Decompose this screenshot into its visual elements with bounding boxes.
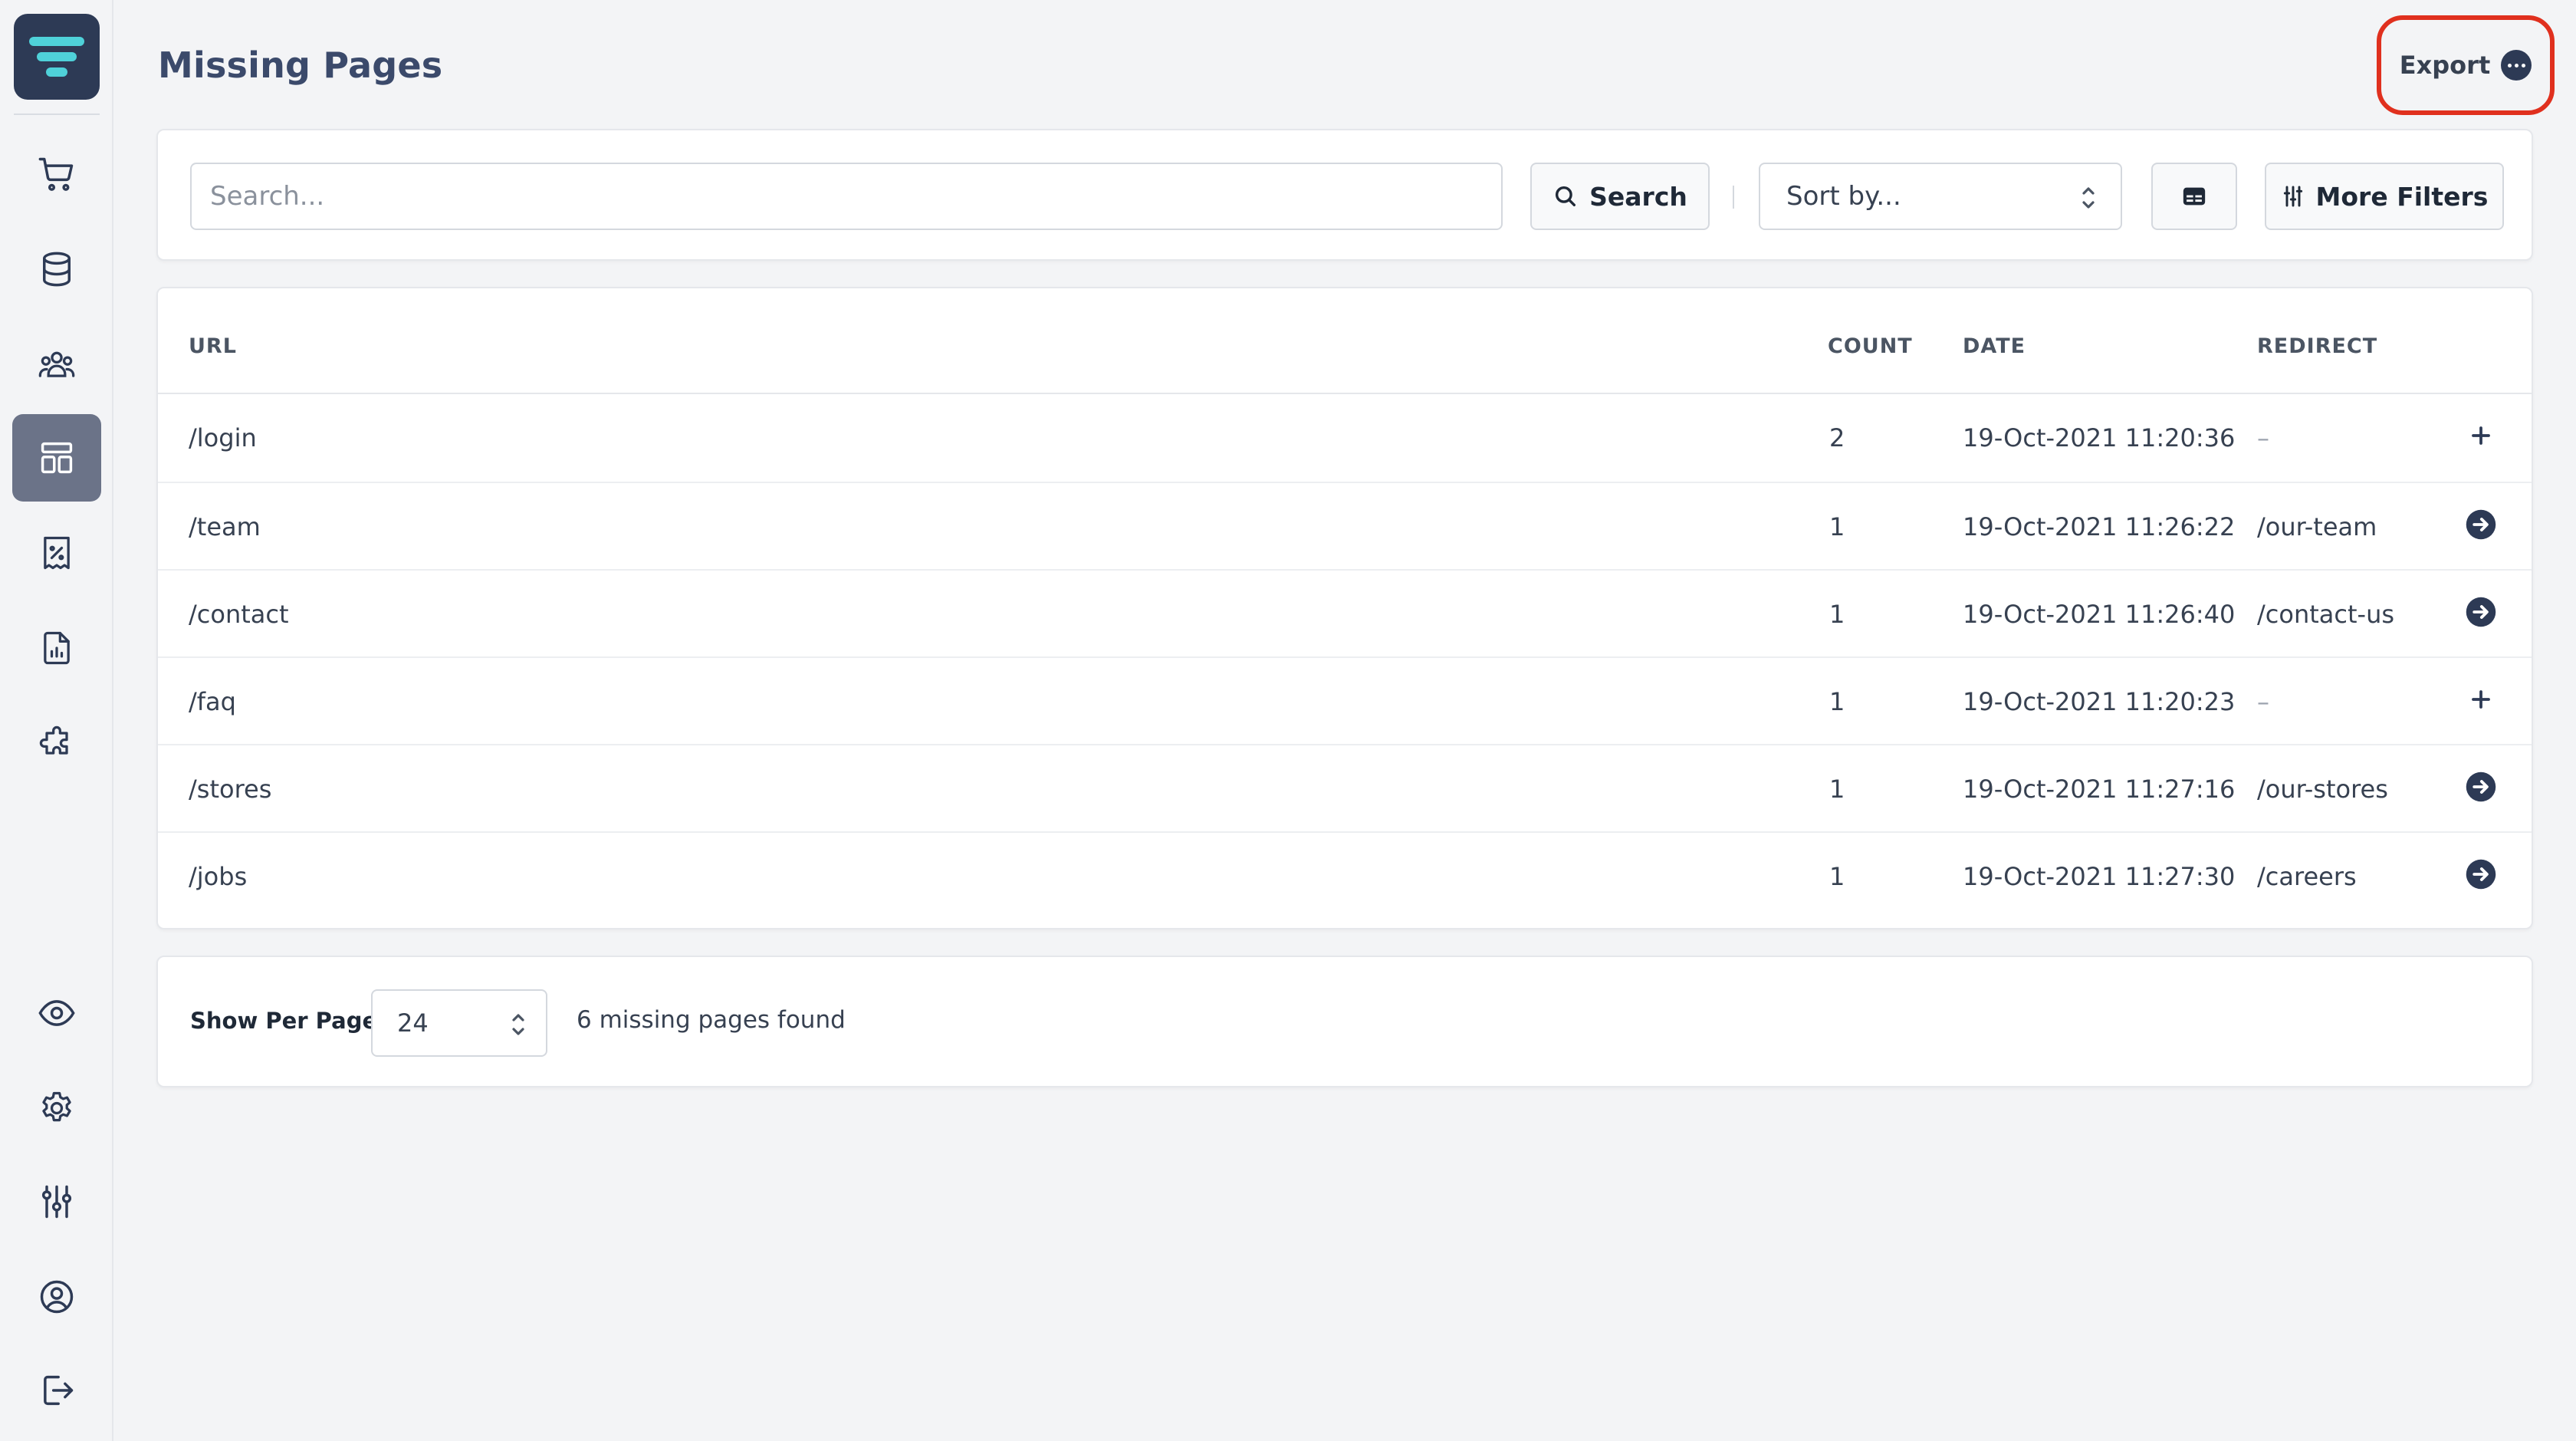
column-header-count[interactable]: COUNT (1828, 334, 1913, 358)
sidebar (0, 0, 113, 1441)
date-cell: 19-Oct-2021 11:27:16 (1963, 775, 2236, 804)
redirect-cell: – (2257, 423, 2269, 452)
search-input[interactable] (190, 163, 1503, 230)
sort-select[interactable]: Sort by... (1759, 163, 2122, 230)
add-redirect-button[interactable] (2463, 681, 2499, 718)
more-filters-button[interactable]: More Filters (2265, 163, 2504, 230)
edit-redirect-button[interactable] (2463, 856, 2499, 893)
cart-icon (38, 157, 74, 191)
more-filters-label: More Filters (2315, 181, 2489, 212)
app-logo[interactable] (14, 14, 100, 100)
sidebar-item-configuration[interactable] (12, 1158, 101, 1245)
pagination-bar: Show Per Page 24 6 missing pages found (156, 956, 2533, 1087)
search-button-label: Search (1589, 181, 1687, 212)
count-cell: 1 (1829, 512, 1845, 541)
sidebar-item-account[interactable] (12, 1253, 101, 1341)
export-label: Export (2399, 51, 2491, 80)
count-cell: 1 (1829, 687, 1845, 716)
layout-icon (41, 442, 73, 474)
logout-icon (44, 1375, 74, 1406)
column-header-redirect[interactable]: REDIRECT (2257, 334, 2377, 358)
sidebar-item-orders[interactable] (12, 130, 101, 218)
per-page-value: 24 (397, 1008, 429, 1038)
filter-bar: Search Sort by... More Filters (156, 129, 2533, 261)
export-button[interactable]: Export (2377, 15, 2555, 115)
sidebar-item-discounts[interactable] (12, 509, 101, 597)
per-page-select[interactable]: 24 (371, 989, 547, 1057)
count-cell: 2 (1829, 423, 1845, 452)
edit-redirect-button[interactable] (2463, 594, 2499, 630)
url-cell[interactable]: /team (189, 512, 261, 541)
url-cell[interactable]: /login (189, 423, 257, 452)
sidebar-item-content[interactable] (12, 414, 101, 502)
table-row[interactable]: /login 2 19-Oct-2021 11:20:36– (158, 394, 2532, 482)
column-header-url[interactable]: URL (189, 334, 237, 358)
arrow-circle-right-icon (2466, 859, 2496, 890)
more-dots-icon (2501, 50, 2532, 81)
column-header-date[interactable]: DATE (1963, 334, 2026, 358)
redirect-cell: – (2257, 687, 2269, 716)
missing-pages-table: URL COUNT DATE REDIRECT /login 2 19-Oct-20… (156, 287, 2533, 929)
redirect-cell: /our-stores (2257, 775, 2388, 804)
sidebar-item-database[interactable] (12, 225, 101, 313)
table-row[interactable]: /team 1 19-Oct-2021 11:26:22/our-team (158, 482, 2532, 569)
url-cell[interactable]: /stores (189, 775, 271, 804)
count-cell: 1 (1829, 862, 1845, 891)
date-cell: 19-Oct-2021 11:26:22 (1963, 512, 2236, 541)
user-circle-icon (40, 1280, 74, 1314)
url-cell[interactable]: /faq (189, 687, 236, 716)
date-cell: 19-Oct-2021 11:26:40 (1963, 600, 2236, 629)
sidebar-item-preview[interactable] (12, 969, 101, 1057)
sidebar-item-plugins[interactable] (12, 699, 101, 787)
sidebar-item-logout[interactable] (12, 1347, 101, 1434)
sliders-icon (41, 1185, 72, 1219)
arrow-circle-right-icon (2466, 509, 2496, 540)
eye-icon (38, 1000, 75, 1026)
logo-icon (29, 37, 84, 77)
date-cell: 19-Oct-2021 11:20:23 (1963, 687, 2236, 716)
url-cell[interactable]: /contact (189, 600, 289, 629)
plus-icon (2472, 690, 2490, 709)
count-cell: 1 (1829, 775, 1845, 804)
sidebar-divider (14, 114, 100, 115)
divider (1733, 186, 1734, 209)
filter-sliders-icon (2283, 186, 2302, 207)
date-cell: 19-Oct-2021 11:20:36 (1963, 423, 2236, 452)
edit-redirect-button[interactable] (2463, 768, 2499, 805)
sidebar-item-customers[interactable] (12, 321, 101, 408)
users-icon (38, 351, 75, 377)
plus-icon (2472, 426, 2490, 445)
page-title: Missing Pages (158, 44, 443, 86)
arrow-circle-right-icon (2466, 597, 2496, 627)
redirect-cell: /careers (2257, 862, 2357, 891)
gear-icon (42, 1091, 71, 1122)
show-per-page-label: Show Per Page (190, 1008, 378, 1034)
search-icon (1556, 186, 1576, 207)
chevron-up-down-icon (512, 1014, 524, 1035)
sidebar-item-settings[interactable] (12, 1064, 101, 1152)
count-cell: 1 (1829, 600, 1845, 629)
sort-select-value: Sort by... (1786, 181, 1901, 212)
edit-redirect-button[interactable] (2463, 506, 2499, 543)
table-row[interactable]: /faq 1 19-Oct-2021 11:20:23– (158, 656, 2532, 744)
table-icon (2183, 187, 2206, 206)
redirect-cell: /contact-us (2257, 600, 2395, 629)
puzzle-icon (39, 725, 68, 755)
date-cell: 19-Oct-2021 11:27:30 (1963, 862, 2236, 891)
redirect-cell: /our-team (2257, 512, 2377, 541)
sidebar-item-reports[interactable] (12, 604, 101, 692)
database-icon (43, 252, 71, 287)
table-view-button[interactable] (2151, 163, 2237, 230)
results-count: 6 missing pages found (577, 1006, 846, 1034)
arrow-circle-right-icon (2466, 771, 2496, 802)
report-icon (44, 631, 70, 665)
search-button[interactable]: Search (1530, 163, 1710, 230)
chevron-up-down-icon (2082, 187, 2095, 209)
table-row[interactable]: /stores 1 19-Oct-2021 11:27:16/our-stores (158, 744, 2532, 831)
add-redirect-button[interactable] (2463, 417, 2499, 454)
url-cell[interactable]: /jobs (189, 862, 247, 891)
table-row[interactable]: /jobs 1 19-Oct-2021 11:27:30/careers (158, 831, 2532, 919)
table-row[interactable]: /contact 1 19-Oct-2021 11:26:40/contact-us (158, 569, 2532, 656)
receipt-percent-icon (44, 536, 70, 570)
